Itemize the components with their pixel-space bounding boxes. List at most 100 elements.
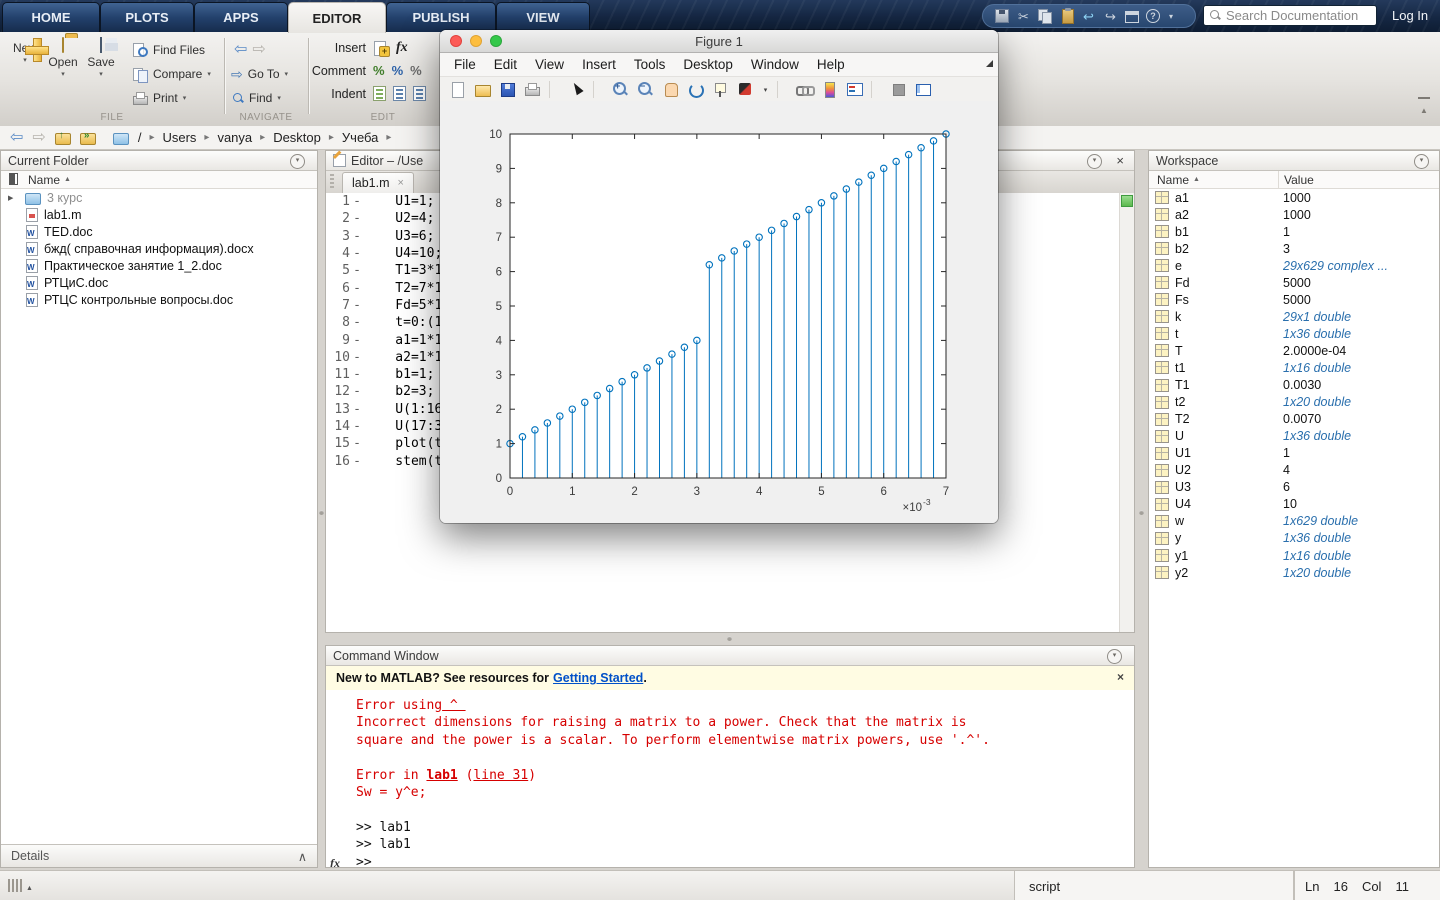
rotate-3d-icon[interactable] (687, 81, 704, 98)
drag-handle[interactable] (330, 174, 334, 190)
variable-row[interactable]: T2.0000e-04 (1149, 342, 1439, 359)
getting-started-link[interactable]: Getting Started (553, 671, 643, 685)
cut-icon[interactable]: ✂ (1016, 9, 1031, 24)
pan-hand-icon[interactable] (662, 81, 679, 98)
close-icon[interactable]: × (1116, 154, 1124, 167)
show-plot-tools-icon[interactable] (915, 81, 932, 98)
tab-lab1m[interactable]: lab1.m × (342, 172, 414, 193)
menu-edit[interactable]: Edit (494, 57, 517, 72)
menu-desktop[interactable]: Desktop (683, 57, 733, 72)
forward-arrow-icon[interactable]: ⇨ (32, 130, 45, 146)
error-link[interactable]: ^ (442, 698, 465, 713)
tab-view[interactable]: VIEW (496, 2, 590, 32)
hide-plot-tools-icon[interactable] (890, 81, 907, 98)
variable-row[interactable]: k29x1 double (1149, 308, 1439, 325)
variable-row[interactable]: U1x36 double (1149, 428, 1439, 445)
insert-function-icon[interactable]: fx (396, 40, 408, 56)
variable-row[interactable]: U11 (1149, 445, 1439, 462)
insert-colorbar-icon[interactable] (821, 81, 838, 98)
comment-button[interactable]: Comment % % % (310, 63, 422, 78)
breadcrumb-segment[interactable]: Desktop (273, 130, 321, 145)
panel-menu-icon[interactable]: ▾ (1087, 154, 1102, 169)
file-row[interactable]: lab1.m (1, 206, 317, 223)
tab-publish[interactable]: PUBLISH (386, 2, 496, 32)
command-prompt[interactable]: fx>> (356, 854, 1134, 867)
file-row[interactable]: ▶3 курс (1, 189, 317, 206)
link-plots-icon[interactable] (796, 81, 813, 98)
find-files-button[interactable]: Find Files (132, 40, 205, 60)
new-button[interactable]: New ▾ (6, 38, 44, 64)
file-row[interactable]: Практическое занятие 1_2.doc (1, 257, 317, 274)
print-button[interactable]: Print ▾ (132, 88, 186, 108)
variable-row[interactable]: b11 (1149, 223, 1439, 240)
stem-plot[interactable]: 01234567012345678910×10-3 (440, 101, 998, 523)
file-row[interactable]: РТЦиС.doc (1, 274, 317, 291)
brush-dropdown-icon[interactable]: ▾ (762, 86, 769, 94)
login-link[interactable]: Log In (1392, 8, 1428, 23)
file-row[interactable]: бжд( справочная информация).docx (1, 240, 317, 257)
name-column-header[interactable]: Name ▲ (1, 171, 317, 189)
copy-icon[interactable] (1038, 9, 1053, 24)
variable-row[interactable]: t11x16 double (1149, 359, 1439, 376)
variable-row[interactable]: a21000 (1149, 206, 1439, 223)
close-banner-icon[interactable]: × (1117, 671, 1124, 684)
search-documentation-box[interactable]: Search Documentation (1203, 5, 1377, 26)
vertical-splitter[interactable] (1135, 150, 1148, 868)
indent-button[interactable]: Indent (310, 86, 426, 101)
dropdown-icon[interactable]: ▾ (1167, 9, 1175, 24)
variable-row[interactable]: a11000 (1149, 189, 1439, 206)
close-tab-icon[interactable]: × (398, 177, 404, 189)
figure-window[interactable]: Figure 1 FileEditViewInsertToolsDesktopW… (440, 30, 998, 523)
variable-row[interactable]: U36 (1149, 479, 1439, 496)
variable-row[interactable]: y1x36 double (1149, 530, 1439, 547)
variable-row[interactable]: t1x36 double (1149, 325, 1439, 342)
figure-title-bar[interactable]: Figure 1 (440, 30, 998, 53)
variable-row[interactable]: w1x629 double (1149, 513, 1439, 530)
window-icon[interactable] (1125, 11, 1139, 23)
insert-button[interactable]: Insert fx (310, 40, 408, 56)
redo-icon[interactable]: ↪ (1103, 9, 1118, 24)
expand-arrow-icon[interactable]: ▶ (8, 194, 13, 202)
new-document-icon[interactable] (449, 81, 466, 98)
variable-row[interactable]: b23 (1149, 240, 1439, 257)
navigate-back-button[interactable]: ⇦ ⇨ (234, 40, 266, 60)
command-window-output[interactable]: Error using ^ Incorrect dimensions for r… (326, 690, 1134, 867)
menu-insert[interactable]: Insert (582, 57, 616, 72)
collapse-ribbon-button[interactable]: ▲ (1418, 97, 1430, 118)
variable-row[interactable]: Fd5000 (1149, 274, 1439, 291)
editor-indicator-bar[interactable] (1119, 193, 1134, 632)
variable-row[interactable]: T20.0070 (1149, 411, 1439, 428)
save-button[interactable]: Save ▾ (82, 38, 120, 78)
figure-canvas[interactable]: 01234567012345678910×10-3 (440, 101, 998, 523)
zoom-out-icon[interactable]: − (637, 81, 654, 98)
name-column-header[interactable]: Name ▲ (1149, 171, 1279, 188)
error-link[interactable]: lab1 (426, 768, 457, 783)
horizontal-splitter[interactable] (325, 633, 1135, 645)
insert-legend-icon[interactable] (846, 81, 863, 98)
help-icon[interactable]: ? (1146, 9, 1160, 23)
panel-menu-icon[interactable]: ▾ (290, 154, 305, 169)
panel-menu-icon[interactable]: ▾ (1107, 649, 1122, 664)
save-icon[interactable] (995, 9, 1009, 23)
back-arrow-icon[interactable]: ⇦ (10, 130, 23, 146)
comment-icon[interactable]: % (373, 63, 385, 78)
breadcrumb-segment[interactable]: vanya (217, 130, 252, 145)
browse-folder-icon[interactable]: » (80, 133, 96, 145)
details-bar[interactable]: Details ∧ (1, 844, 317, 867)
cursor-icon[interactable] (568, 81, 585, 98)
breadcrumb-segment[interactable]: / (138, 130, 142, 145)
uncomment-icon[interactable]: % (392, 63, 404, 78)
open-folder-icon[interactable] (474, 81, 491, 98)
indent-left-icon[interactable] (413, 86, 426, 101)
variable-row[interactable]: y21x20 double (1149, 564, 1439, 581)
value-column-header[interactable]: Value (1279, 171, 1314, 188)
code-health-indicator[interactable] (1121, 195, 1133, 207)
compare-button[interactable]: Compare ▾ (132, 64, 211, 84)
paste-icon[interactable] (1062, 9, 1074, 24)
data-cursor-icon[interactable] (712, 81, 729, 98)
undo-icon[interactable]: ↩ (1081, 9, 1096, 24)
file-row[interactable]: РТЦС контрольные вопросы.doc (1, 291, 317, 308)
tab-apps[interactable]: APPS (194, 2, 288, 32)
save-icon[interactable] (499, 81, 516, 98)
menu-tools[interactable]: Tools (634, 57, 666, 72)
